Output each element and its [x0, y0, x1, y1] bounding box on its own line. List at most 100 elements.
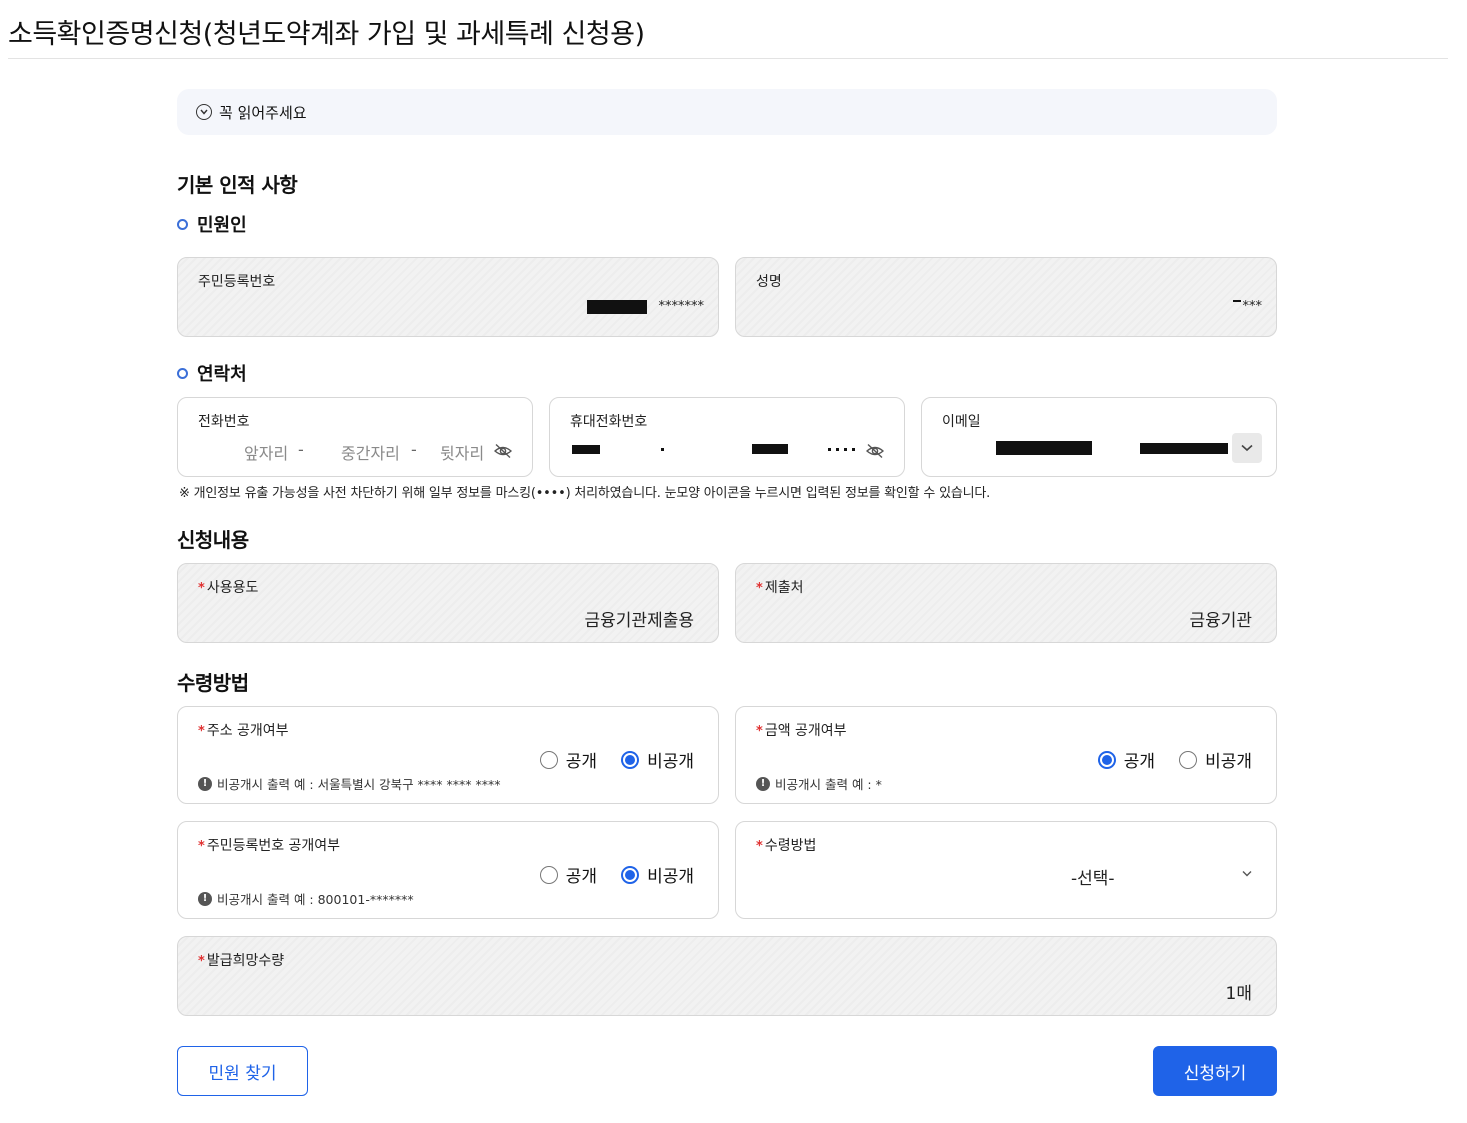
masked-mobile-last	[828, 448, 858, 451]
phone-label: 전화번호	[198, 414, 250, 430]
exclamation-icon: !	[198, 776, 212, 791]
rrn-suffix: *******	[658, 299, 705, 314]
name-masked-text: ***	[1242, 299, 1263, 314]
masking-notice: ※ 개인정보 유출 가능성을 사전 차단하기 위해 일부 정보를 마스킹(•••…	[179, 486, 991, 501]
radio-label: 공개	[1123, 752, 1156, 772]
email-domain-dropdown[interactable]	[1232, 433, 1262, 463]
name-field: 성명 ***	[735, 257, 1277, 337]
address-public-radios: 공개 비공개	[516, 747, 694, 772]
exclamation-icon: !	[756, 776, 770, 791]
read-me-label: 꼭 읽어주세요	[219, 103, 307, 122]
amount-public-radio[interactable]: 공개	[1097, 747, 1156, 772]
page-title: 소득확인증명신청(청년도약계좌 가입 및 과세특례 신청용)	[8, 19, 645, 50]
apply-button[interactable]: 신청하기	[1153, 1046, 1277, 1096]
radio-label: 공개	[565, 752, 598, 772]
amount-public-label: * 금액 공개여부	[756, 720, 847, 740]
rrn-public-label: * 주민등록번호 공개여부	[198, 835, 340, 855]
amount-hint-text: 비공개시 출력 예 : *	[775, 777, 882, 792]
masked-name	[1232, 299, 1241, 302]
quantity-label-text: 발급희망수량	[206, 953, 285, 969]
rrn-public-hint-text: 비공개시 출력 예 : 800101-*******	[217, 892, 414, 907]
mobile-field[interactable]: 휴대전화번호	[549, 397, 905, 477]
radio-label: 공개	[565, 867, 598, 887]
rrn-value: *******	[586, 299, 705, 314]
phone-field[interactable]: 전화번호 앞자리 - 중간자리 - 뒷자리	[177, 397, 533, 477]
rrn-public-label-text: 주민등록번호 공개여부	[206, 838, 341, 854]
chevron-down-circle-icon	[196, 104, 212, 120]
required-mark: *	[198, 581, 205, 596]
email-label: 이메일	[942, 414, 981, 430]
submit-to-value: 금융기관	[1189, 611, 1252, 631]
phone-last-input[interactable]: 뒷자리	[440, 440, 484, 464]
masked-mobile-dash	[661, 448, 664, 451]
receipt-method-field[interactable]: * 수령방법 -선택-	[735, 821, 1277, 919]
title-divider	[8, 58, 1448, 59]
rrn-public-radio[interactable]: 공개	[539, 862, 598, 887]
exclamation-icon: !	[198, 891, 212, 906]
radio-icon	[1179, 750, 1198, 769]
radio-icon	[539, 750, 558, 769]
masked-mobile-first	[572, 445, 600, 454]
masked-mobile-middle	[752, 444, 788, 454]
radio-checked-icon	[621, 750, 640, 769]
required-mark: *	[756, 581, 763, 596]
radio-label: 비공개	[1205, 752, 1252, 772]
read-me-accordion[interactable]: 꼭 읽어주세요	[177, 89, 1277, 135]
address-private-radio[interactable]: 비공개	[621, 747, 694, 772]
address-public-field: * 주소 공개여부 공개 비공개 ! 비공개시 출력 예 : 서울특별시 강북구 *…	[177, 706, 719, 804]
required-mark: *	[756, 839, 763, 854]
radio-label: 비공개	[647, 752, 694, 772]
mobile-label: 휴대전화번호	[570, 414, 648, 430]
address-public-label-text: 주소 공개여부	[206, 723, 289, 739]
radio-checked-icon	[1097, 750, 1116, 769]
section-receipt: 수령방법	[177, 671, 249, 695]
required-mark: *	[198, 839, 205, 854]
phone-dash: -	[411, 440, 417, 459]
bullet-ring-icon	[177, 367, 188, 379]
masked-email-id	[996, 441, 1092, 455]
eye-off-icon[interactable]	[494, 443, 512, 459]
submit-to-label: * 제출처	[756, 577, 803, 597]
purpose-field: * 사용용도 금융기관제출용	[177, 563, 719, 643]
amount-public-label-text: 금액 공개여부	[764, 723, 847, 739]
section-basic-info: 기본 인적 사항	[177, 173, 298, 197]
address-public-label: * 주소 공개여부	[198, 720, 289, 740]
subsection-contact: 연락처	[177, 360, 247, 386]
amount-hint: ! 비공개시 출력 예 : *	[756, 774, 882, 793]
contact-title: 연락처	[197, 364, 247, 385]
submit-to-label-text: 제출처	[764, 580, 804, 596]
purpose-value: 금융기관제출용	[584, 611, 694, 631]
applicant-title: 민원인	[197, 215, 247, 236]
required-mark: *	[198, 724, 205, 739]
address-hint-text: 비공개시 출력 예 : 서울특별시 강북구 **** **** ****	[217, 777, 501, 792]
required-mark: *	[198, 954, 205, 969]
address-public-radio[interactable]: 공개	[539, 747, 598, 772]
receipt-method-select[interactable]: -선택-	[1071, 864, 1115, 889]
amount-public-radios: 공개 비공개	[1074, 747, 1252, 772]
rrn-private-radio[interactable]: 비공개	[621, 862, 694, 887]
name-value: ***	[1232, 299, 1263, 314]
masked-rrn-front	[586, 299, 647, 314]
address-hint: ! 비공개시 출력 예 : 서울특별시 강북구 **** **** ****	[198, 774, 501, 793]
masked-email-domain	[1140, 443, 1228, 454]
email-field[interactable]: 이메일	[921, 397, 1277, 477]
receipt-method-label-text: 수령방법	[764, 838, 817, 854]
eye-off-icon[interactable]	[866, 443, 884, 459]
rrn-public-hint: ! 비공개시 출력 예 : 800101-*******	[198, 889, 414, 908]
quantity-field: * 발급희망수량 1매	[177, 936, 1277, 1016]
rrn-field: 주민등록번호 *******	[177, 257, 719, 337]
required-mark: *	[756, 724, 763, 739]
radio-label: 비공개	[647, 867, 694, 887]
chevron-down-icon	[1242, 871, 1252, 877]
phone-middle-input[interactable]: 중간자리	[341, 440, 400, 464]
radio-checked-icon	[621, 865, 640, 884]
quantity-value: 1매	[1225, 984, 1252, 1004]
phone-first-input[interactable]: 앞자리	[244, 440, 288, 464]
purpose-label: * 사용용도	[198, 577, 258, 597]
find-complaint-button[interactable]: 민원 찾기	[177, 1046, 308, 1096]
rrn-public-field: * 주민등록번호 공개여부 공개 비공개 ! 비공개시 출력 예 : 800101-…	[177, 821, 719, 919]
amount-private-radio[interactable]: 비공개	[1179, 747, 1252, 772]
subsection-applicant: 민원인	[177, 211, 247, 237]
rrn-public-radios: 공개 비공개	[516, 862, 694, 887]
rrn-label: 주민등록번호	[198, 274, 276, 290]
